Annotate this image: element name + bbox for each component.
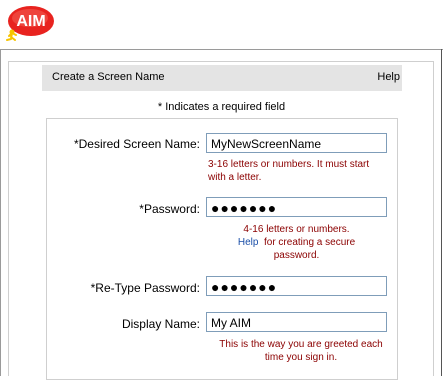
retype-password-label: *Re-Type Password:: [90, 281, 200, 295]
password-hint-line1: 4-16 letters or numbers.: [243, 224, 350, 235]
display-name-hint-line1: This is the way you are greeted each: [219, 339, 383, 350]
header-bar: Create a Screen Name Help: [42, 65, 402, 91]
frame-border-right: [441, 49, 442, 376]
display-name-hint: This is the way you are greeted each tim…: [206, 338, 396, 364]
aim-logo: AIM: [3, 4, 55, 42]
frame-border-top: [0, 49, 443, 50]
screen-name-label: *Desired Screen Name:: [73, 137, 200, 151]
display-name-input[interactable]: My AIM: [206, 312, 387, 332]
screen-name-input[interactable]: MyNewScreenName: [206, 133, 387, 153]
screen-name-hint-line1: 3-16 letters or numbers. It must start: [208, 159, 370, 170]
password-hint-line2: Help for creating a secure: [206, 236, 387, 249]
retype-password-input[interactable]: ●●●●●●●: [206, 276, 387, 296]
display-name-label: Display Name:: [121, 317, 200, 331]
frame-border-left: [0, 49, 1, 376]
required-field-note: * Indicates a required field: [157, 101, 286, 113]
password-input[interactable]: ●●●●●●●: [206, 197, 387, 217]
inner-border-top: [8, 61, 434, 62]
password-label: *Password:: [139, 202, 200, 216]
display-name-hint-line2: time you sign in.: [264, 352, 338, 363]
logo-text: AIM: [16, 13, 45, 30]
password-hint-line3: password.: [273, 250, 320, 261]
screen-name-hint: 3-16 letters or numbers. It must start w…: [208, 158, 369, 184]
help-link[interactable]: Help: [377, 71, 400, 83]
page-title: Create a Screen Name: [52, 71, 165, 83]
password-hint: 4-16 letters or numbers. Help for creati…: [206, 223, 387, 262]
password-help-link[interactable]: Help: [238, 237, 259, 248]
aim-logo-icon: AIM: [6, 6, 54, 41]
screen-name-hint-line2: with a letter.: [208, 172, 262, 183]
password-hint-line2-text: for creating a secure: [263, 237, 356, 248]
